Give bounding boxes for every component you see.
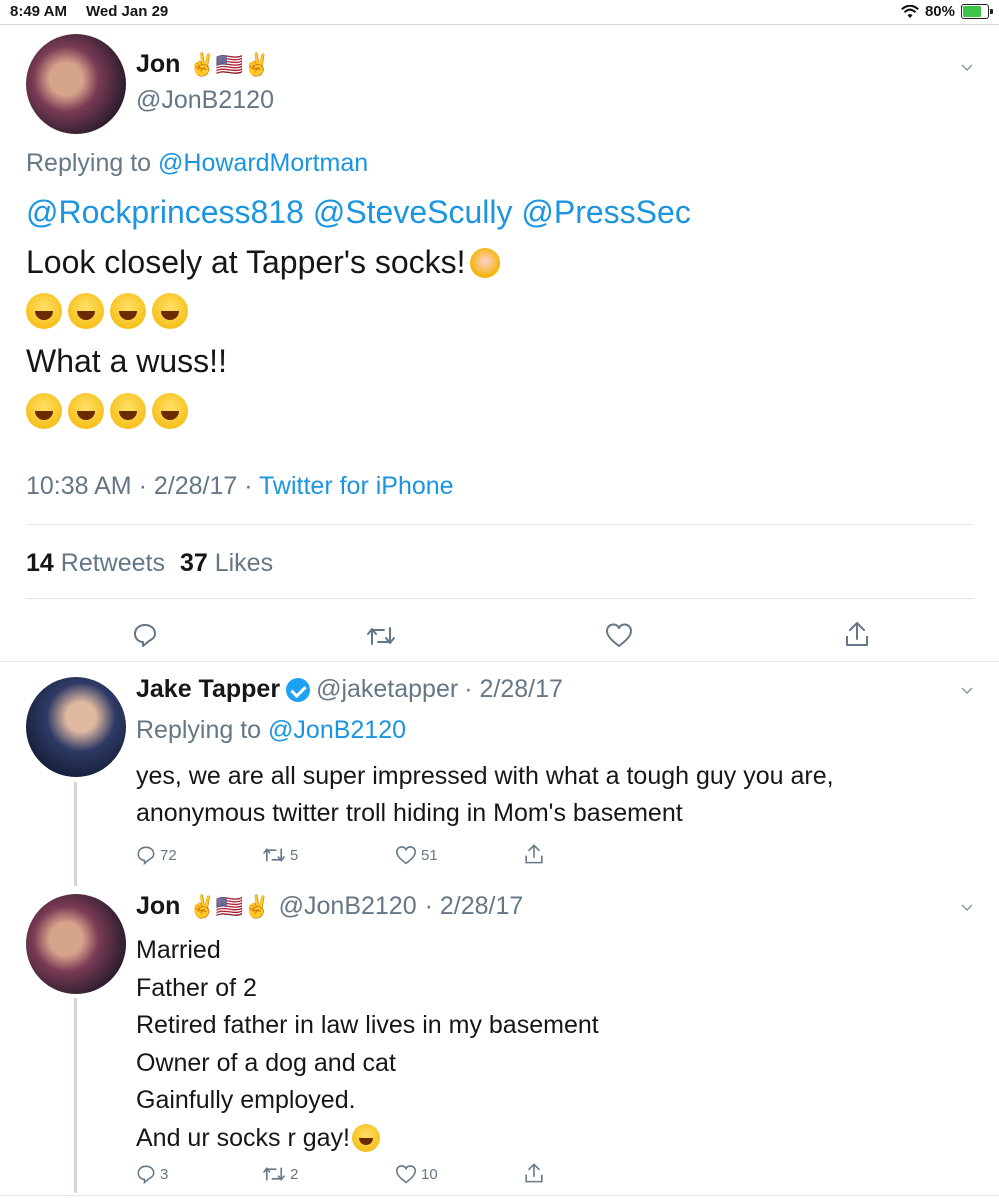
reply-text-line: And ur socks r gay! bbox=[136, 1123, 350, 1152]
thread-line bbox=[74, 998, 77, 1193]
reply-icon[interactable] bbox=[136, 845, 156, 865]
reply-action[interactable]: 3 bbox=[136, 1164, 168, 1184]
avatar[interactable] bbox=[26, 677, 126, 777]
thread-line bbox=[74, 782, 77, 886]
laughing-face-icon bbox=[152, 293, 188, 329]
retweet-icon[interactable] bbox=[366, 624, 396, 648]
reply-count: 3 bbox=[160, 1165, 169, 1183]
replying-prefix: Replying to bbox=[26, 149, 152, 177]
heart-icon[interactable] bbox=[395, 845, 417, 865]
retweet-action[interactable]: 2 bbox=[262, 1164, 298, 1184]
reply-text-line: yes, we are all super impressed with wha… bbox=[136, 762, 834, 790]
replying-to: Replying to @HowardMortman bbox=[26, 149, 368, 178]
reply-icon[interactable] bbox=[136, 1164, 156, 1184]
divider bbox=[26, 524, 974, 525]
tweet-line-2: What a wuss!! bbox=[26, 343, 227, 379]
status-date: Wed Jan 29 bbox=[86, 3, 169, 20]
divider bbox=[0, 1195, 999, 1196]
chevron-down-icon[interactable] bbox=[961, 684, 973, 696]
laughing-face-icon bbox=[26, 393, 62, 429]
status-divider bbox=[0, 24, 999, 25]
battery-icon bbox=[961, 4, 993, 19]
chevron-down-icon[interactable] bbox=[961, 61, 973, 73]
likes-count[interactable]: 37 bbox=[180, 549, 208, 577]
laughing-emoji-row bbox=[26, 393, 188, 429]
verified-badge-icon bbox=[286, 677, 311, 702]
replying-to: Replying to @JonB2120 bbox=[136, 716, 406, 745]
laughing-face-icon bbox=[26, 293, 62, 329]
author-name[interactable]: Jon bbox=[136, 50, 180, 79]
laughing-emoji-row bbox=[26, 293, 188, 329]
author-name[interactable]: Jon bbox=[136, 892, 180, 921]
chevron-down-icon[interactable] bbox=[961, 901, 973, 913]
replying-prefix: Replying to bbox=[136, 716, 262, 744]
status-bar: 8:49 AM Wed Jan 29 80% bbox=[0, 0, 999, 24]
like-count: 51 bbox=[421, 846, 438, 864]
status-right: 80% bbox=[901, 3, 993, 20]
laughing-face-icon bbox=[351, 1124, 380, 1153]
author-handle[interactable]: @JonB2120 bbox=[279, 892, 417, 921]
tweet-mentions[interactable]: @Rockprincess818 @SteveScully @PressSec bbox=[26, 194, 691, 231]
reply-count: 72 bbox=[160, 846, 177, 864]
retweet-icon[interactable] bbox=[262, 845, 286, 865]
tweet-source[interactable]: Twitter for iPhone bbox=[259, 472, 454, 500]
reply-date[interactable]: · 2/28/17 bbox=[425, 892, 524, 921]
tweet-line-1: Look closely at Tapper's socks! bbox=[26, 244, 466, 280]
share-icon[interactable] bbox=[524, 1162, 544, 1184]
like-action[interactable]: 51 bbox=[395, 845, 438, 865]
laughing-face-icon bbox=[68, 393, 104, 429]
reply-icon[interactable] bbox=[132, 622, 158, 648]
laughing-face-icon bbox=[110, 393, 146, 429]
battery-percent: 80% bbox=[924, 3, 955, 20]
retweet-icon[interactable] bbox=[262, 1164, 286, 1184]
wifi-icon bbox=[901, 4, 919, 18]
author-emojis: ✌️🇺🇸✌️ bbox=[188, 51, 271, 77]
like-count: 10 bbox=[421, 1165, 438, 1183]
retweet-count: 5 bbox=[290, 846, 299, 864]
share-icon[interactable] bbox=[524, 843, 544, 865]
reply-action[interactable]: 72 bbox=[136, 845, 177, 865]
retweets-count[interactable]: 14 bbox=[26, 549, 54, 577]
laughing-face-icon bbox=[110, 293, 146, 329]
reply-text-line: Retired father in law lives in my baseme… bbox=[136, 1011, 599, 1039]
likes-label[interactable]: Likes bbox=[215, 549, 273, 577]
divider bbox=[0, 661, 999, 662]
replying-to-link[interactable]: @HowardMortman bbox=[158, 149, 368, 177]
flushed-face-icon bbox=[469, 247, 500, 278]
divider bbox=[26, 598, 974, 599]
avatar[interactable] bbox=[26, 34, 126, 134]
tweet-timestamp[interactable]: 10:38 AM · 2/28/17 · bbox=[26, 472, 253, 500]
share-icon[interactable] bbox=[845, 620, 869, 648]
reply-text-line: Owner of a dog and cat bbox=[136, 1048, 396, 1077]
laughing-face-icon bbox=[152, 393, 188, 429]
reply-text-line: Gainfully employed. bbox=[136, 1086, 356, 1114]
retweet-count: 2 bbox=[290, 1165, 299, 1183]
reply-text-line: Married bbox=[136, 936, 221, 964]
laughing-face-icon bbox=[68, 293, 104, 329]
status-time: 8:49 AM bbox=[10, 3, 67, 20]
heart-icon[interactable] bbox=[605, 622, 633, 648]
author-handle[interactable]: @JonB2120 bbox=[136, 86, 274, 115]
heart-icon[interactable] bbox=[395, 1164, 417, 1184]
like-action[interactable]: 10 bbox=[395, 1164, 438, 1184]
reply-text: Married Father of 2 Retired father in la… bbox=[136, 932, 599, 1157]
author-emojis: ✌️🇺🇸✌️ bbox=[188, 893, 271, 919]
author-name[interactable]: Jake Tapper bbox=[136, 675, 280, 704]
replying-to-link[interactable]: @JonB2120 bbox=[268, 716, 406, 744]
retweets-label[interactable]: Retweets bbox=[61, 549, 165, 577]
avatar[interactable] bbox=[26, 894, 126, 994]
reply-text-line: Father of 2 bbox=[136, 973, 257, 1002]
tweet-stats: 14 Retweets 37 Likes bbox=[26, 549, 273, 578]
reply-text-line: anonymous twitter troll hiding in Mom's … bbox=[136, 799, 683, 827]
author-handle[interactable]: @jaketapper bbox=[316, 675, 458, 704]
reply-date[interactable]: · 2/28/17 bbox=[464, 675, 563, 704]
retweet-action[interactable]: 5 bbox=[262, 845, 298, 865]
